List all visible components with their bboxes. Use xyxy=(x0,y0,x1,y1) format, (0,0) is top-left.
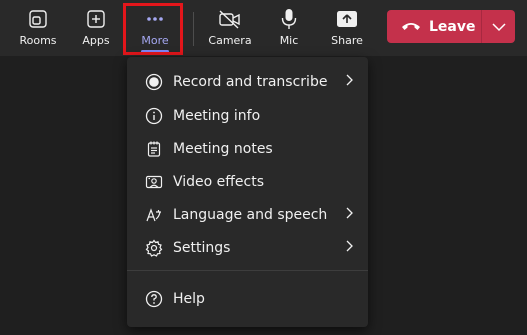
menu-item-language-speech[interactable]: Language and speech xyxy=(127,200,368,230)
help-icon xyxy=(145,290,163,308)
camera-button[interactable]: Camera xyxy=(205,0,255,56)
menu-item-video-effects[interactable]: Video effects xyxy=(127,167,368,197)
chevron-right-icon xyxy=(345,207,353,223)
leave-label: Leave xyxy=(429,18,476,35)
apps-button[interactable]: Apps xyxy=(74,0,118,56)
mic-icon xyxy=(279,8,299,30)
menu-item-settings[interactable]: Settings xyxy=(127,233,368,263)
record-icon xyxy=(145,73,163,91)
menu-item-label: Meeting notes xyxy=(173,141,273,157)
menu-item-help[interactable]: Help xyxy=(127,284,368,314)
notes-icon xyxy=(145,140,163,158)
camera-label: Camera xyxy=(208,34,252,47)
share-label: Share xyxy=(331,34,363,47)
chevron-down-icon xyxy=(491,17,506,36)
mic-label: Mic xyxy=(279,34,299,47)
share-button[interactable]: Share xyxy=(325,0,369,56)
more-highlight-box xyxy=(123,3,183,55)
meeting-toolbar: Rooms Apps More Camera Mic Share Leave xyxy=(0,0,527,56)
video-effects-icon xyxy=(145,173,163,191)
menu-item-label: Settings xyxy=(173,240,231,256)
menu-item-meeting-info[interactable]: Meeting info xyxy=(127,101,368,131)
leave-button-group: Leave xyxy=(387,10,515,43)
gear-icon xyxy=(145,239,163,257)
camera-off-icon xyxy=(218,8,242,30)
menu-item-label: Language and speech xyxy=(173,207,328,223)
rooms-icon xyxy=(28,8,48,30)
menu-item-label: Help xyxy=(173,291,205,307)
menu-item-label: Video effects xyxy=(173,174,265,190)
rooms-button[interactable]: Rooms xyxy=(16,0,60,56)
chevron-right-icon xyxy=(345,240,353,256)
chevron-right-icon xyxy=(345,74,353,90)
language-icon xyxy=(145,206,163,224)
rooms-label: Rooms xyxy=(19,34,57,47)
apps-label: Apps xyxy=(82,34,110,47)
info-icon xyxy=(145,107,163,125)
menu-item-meeting-notes[interactable]: Meeting notes xyxy=(127,134,368,164)
menu-item-label: Meeting info xyxy=(173,108,261,124)
mic-button[interactable]: Mic xyxy=(268,0,310,56)
phone-hangup-icon xyxy=(401,17,421,36)
toolbar-divider xyxy=(193,12,194,46)
more-menu: Record and transcribe Meeting info Meeti… xyxy=(127,57,368,327)
menu-item-label: Record and transcribe xyxy=(173,74,328,90)
apps-icon xyxy=(86,8,106,30)
share-icon xyxy=(336,8,358,30)
leave-options-button[interactable] xyxy=(482,10,515,43)
menu-item-record[interactable]: Record and transcribe xyxy=(127,67,368,97)
menu-divider xyxy=(127,270,368,271)
leave-button[interactable]: Leave xyxy=(387,10,481,43)
